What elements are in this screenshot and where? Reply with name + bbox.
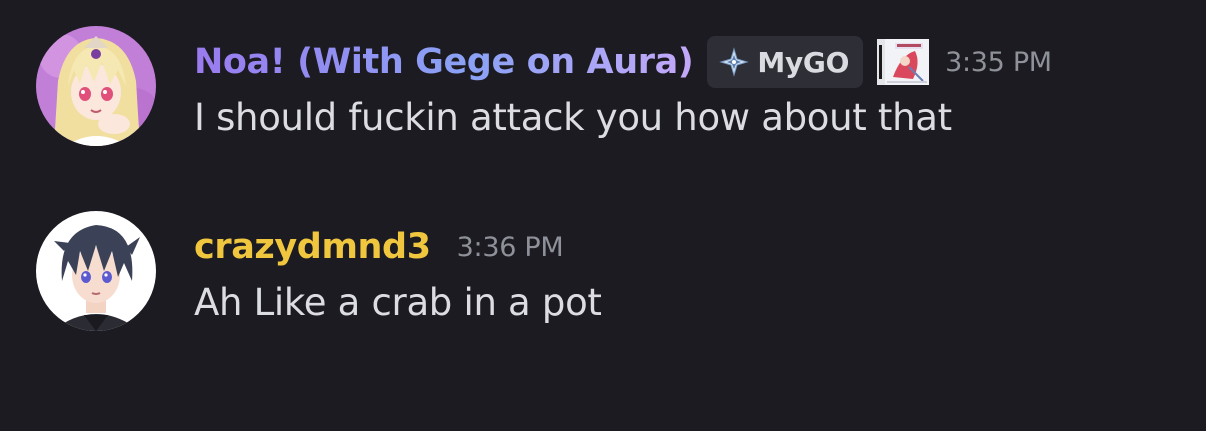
message-header: crazydmnd3 3:36 PM [194,219,564,275]
diamond-cross-icon [719,47,750,77]
server-tag[interactable]: MyGO [707,36,864,88]
game-cover-icon[interactable] [875,37,931,87]
user-avatar[interactable] [36,26,156,146]
user-avatar[interactable] [36,211,156,331]
anime-boy-avatar-icon [36,211,156,331]
username[interactable]: crazydmnd3 [194,227,431,267]
anime-girl-avatar-icon [36,26,156,146]
message-content: I should fuckin attack you how about tha… [194,96,952,139]
message-item[interactable]: Noa! (With Gege on Aura) MyGO 3:35 PM I … [36,26,1176,156]
timestamp: 3:36 PM [456,231,564,263]
message-content: Ah Like a crab in a pot [194,281,602,324]
username[interactable]: Noa! (With Gege on Aura) [194,42,694,82]
timestamp: 3:35 PM [945,46,1052,78]
message-item[interactable]: crazydmnd3 3:36 PM Ah Like a crab in a p… [36,211,1176,341]
message-header: Noa! (With Gege on Aura) MyGO 3:35 PM [194,34,1052,90]
server-tag-label: MyGO [757,45,850,79]
